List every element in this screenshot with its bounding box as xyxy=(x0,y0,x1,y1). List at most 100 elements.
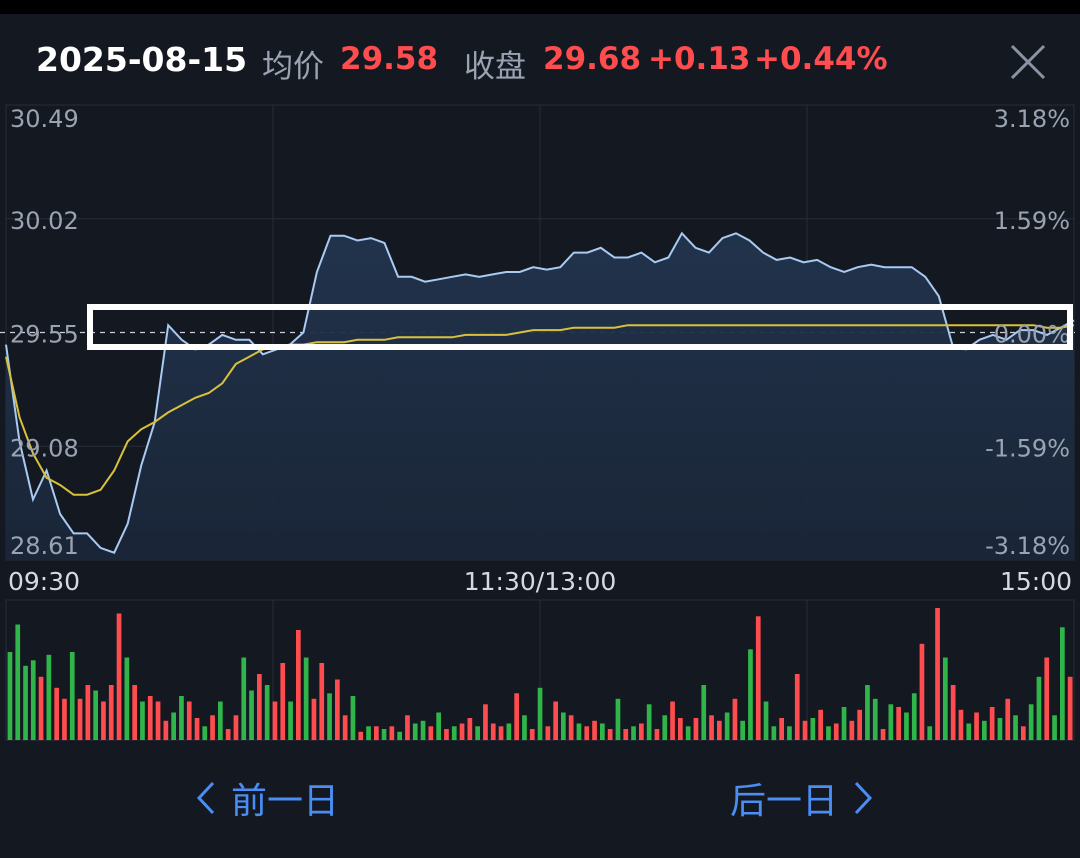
volume-bar xyxy=(116,613,122,740)
volume-bar xyxy=(319,663,325,740)
volume-bar xyxy=(179,696,184,740)
volume-bar xyxy=(335,679,340,740)
volume-bar xyxy=(833,723,839,740)
volume-bar xyxy=(639,723,644,740)
volume-bar xyxy=(358,731,364,741)
volume-bar xyxy=(483,704,488,741)
volume-bar xyxy=(381,729,387,740)
volume-bar xyxy=(436,712,441,740)
volume-bar xyxy=(467,718,473,740)
close-button[interactable] xyxy=(1006,40,1050,84)
volume-bar xyxy=(420,720,426,741)
volume-bar xyxy=(607,729,613,740)
volume-bar xyxy=(1005,698,1011,741)
volume-bar xyxy=(1036,676,1042,741)
volume-bar xyxy=(779,718,784,740)
volume-bar xyxy=(241,657,247,740)
volume-bar xyxy=(280,663,286,740)
volume-bar xyxy=(654,729,660,740)
y-right-tick-label: -3.18% xyxy=(985,532,1070,560)
volume-bar xyxy=(849,720,855,741)
volume-bar xyxy=(1044,657,1050,740)
volume-bar xyxy=(342,715,348,741)
price-area xyxy=(6,233,1074,561)
volume-bar xyxy=(264,685,270,740)
volume-bar xyxy=(872,698,878,741)
avg-price-label: 均价 xyxy=(262,49,324,85)
volume-bar xyxy=(1052,715,1057,741)
volume-bar xyxy=(366,726,371,741)
volume-bar xyxy=(93,690,98,740)
volume-bar xyxy=(296,630,301,740)
volume-bar xyxy=(522,715,527,741)
volume-bar xyxy=(631,726,636,741)
volume-bar xyxy=(989,707,995,740)
volume-bar xyxy=(38,676,44,741)
volume-bar xyxy=(678,718,683,740)
volume-bar xyxy=(701,685,707,740)
volume-bar xyxy=(412,723,418,740)
volume-bar xyxy=(911,693,917,741)
volume-bar xyxy=(233,715,239,741)
volume-bar xyxy=(787,726,792,741)
volume-bar xyxy=(709,715,714,741)
volume-bar xyxy=(865,685,870,740)
volume-bar xyxy=(1067,676,1073,741)
quote-header: 2025-08-15 均价 29.58 收盘 29.68 +0.13 +0.44… xyxy=(0,36,1080,92)
volume-bar xyxy=(311,698,317,741)
volume-bar xyxy=(194,718,200,740)
volume-bar xyxy=(537,687,543,741)
volume-bar xyxy=(553,701,558,740)
volume-bar xyxy=(186,701,192,740)
volume-bar xyxy=(210,715,215,741)
volume-bar xyxy=(249,690,254,740)
chevron-left-icon xyxy=(196,781,215,815)
volume-bar xyxy=(919,643,925,741)
intraday-chart[interactable]: 30.49 30.02 29.55 29.08 28.61 3.18% 1.59% 0.00%… xyxy=(0,100,1080,750)
volume-bar xyxy=(1060,627,1065,741)
y-right-tick-label: 3.18% xyxy=(994,105,1070,133)
volume-bar xyxy=(670,701,675,740)
chevron-right-icon xyxy=(854,781,873,815)
volume-bar xyxy=(802,720,808,741)
volume-bar xyxy=(584,726,590,741)
volume-bar xyxy=(826,726,831,741)
volume-bar xyxy=(506,723,512,740)
volume-bar xyxy=(54,687,59,741)
volume-bar xyxy=(982,720,987,741)
volume-bar xyxy=(444,729,449,740)
volume-bar xyxy=(561,712,566,740)
volume-bar xyxy=(1028,704,1034,741)
volume-bar xyxy=(740,720,745,741)
status-bar xyxy=(0,0,1080,14)
volume-bar xyxy=(600,723,605,740)
volume-bar xyxy=(1021,726,1026,741)
next-day-button[interactable]: 后一日 xyxy=(730,772,874,824)
volume-bar xyxy=(841,707,847,740)
volume-bar xyxy=(288,701,293,740)
volume-bar xyxy=(374,726,379,741)
day-navigation: 前一日 后一日 xyxy=(0,770,1080,830)
volume-bar xyxy=(498,726,504,741)
volume-bar xyxy=(724,712,730,740)
volume-bar xyxy=(397,731,402,741)
volume-bar xyxy=(904,712,909,740)
volume-bar xyxy=(218,701,223,740)
volume-bar xyxy=(950,685,956,740)
volume-bar xyxy=(927,726,933,741)
volume-bar xyxy=(225,729,231,740)
change-value: +0.13 xyxy=(648,41,751,77)
volume-bar xyxy=(1013,715,1018,741)
volume-bar xyxy=(7,652,13,740)
y-left-tick-label: 29.08 xyxy=(10,434,79,462)
change-percent-value: +0.44% xyxy=(754,41,888,77)
x-tick-label: 11:30/13:00 xyxy=(464,567,617,596)
date-label: 2025-08-15 xyxy=(36,40,248,79)
volume-bar xyxy=(662,715,668,741)
avg-price-value: 29.58 xyxy=(340,41,439,77)
volume-bar xyxy=(303,657,309,740)
volume-bar xyxy=(475,726,480,741)
prev-day-button[interactable]: 前一日 xyxy=(195,772,339,824)
volume-bar xyxy=(966,723,972,740)
volume-bar xyxy=(124,657,130,740)
